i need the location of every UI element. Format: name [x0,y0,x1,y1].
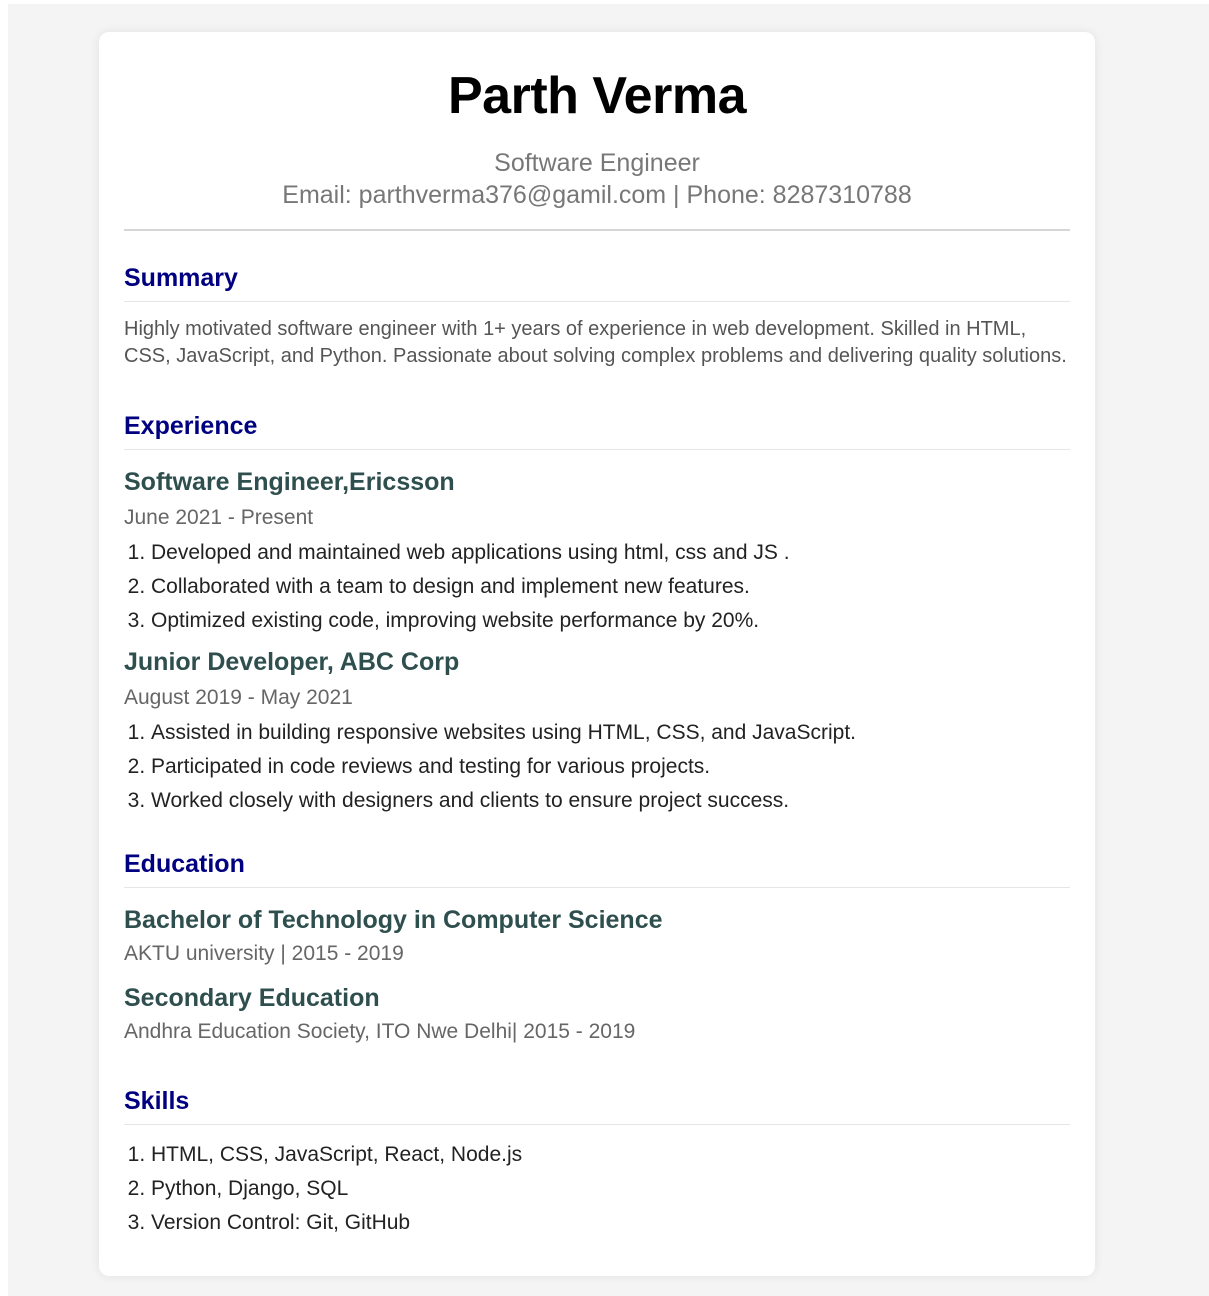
skills-heading: Skills [124,1085,1070,1125]
list-item: Participated in code reviews and testing… [151,750,1070,784]
resume-header: Parth Verma Software Engineer Email: par… [124,32,1070,231]
skills-section: Skills HTML, CSS, JavaScript, React, Nod… [124,1085,1070,1240]
list-item: HTML, CSS, JavaScript, React, Node.js [151,1138,1070,1172]
list-item: Assisted in building responsive websites… [151,716,1070,750]
list-item: Collaborated with a team to design and i… [151,570,1070,604]
job-dates: August 2019 - May 2021 [124,686,353,709]
list-item: Worked closely with designers and client… [151,784,1070,818]
experience-section: Experience Software Engineer,Ericsson Ju… [124,410,1070,818]
contact-info: Email: parthverma376@gamil.com | Phone: … [282,181,912,209]
education-heading: Education [124,848,1070,888]
degree-detail: Andhra Education Society, ITO Nwe Delhi|… [124,1020,636,1043]
job-duties-list: Developed and maintained web application… [124,536,1070,638]
experience-heading: Experience [124,410,1070,450]
candidate-name: Parth Verma [448,67,747,125]
summary-section: Summary Highly motivated software engine… [124,262,1070,370]
summary-text: Highly motivated software engineer with … [124,318,1067,367]
job-duties-list: Assisted in building responsive websites… [124,716,1070,818]
job-entry: Software Engineer,Ericsson June 2021 - P… [124,467,1070,638]
list-item: Version Control: Git, GitHub [151,1206,1070,1240]
degree-title: Secondary Education [124,984,380,1012]
degree-title: Bachelor of Technology in Computer Scien… [124,906,663,934]
summary-heading: Summary [124,262,1070,302]
job-entry: Junior Developer, ABC Corp August 2019 -… [124,647,1070,818]
resume-card: Parth Verma Software Engineer Email: par… [99,32,1095,1276]
skills-list: HTML, CSS, JavaScript, React, Node.js Py… [124,1138,1070,1240]
candidate-role: Software Engineer [494,149,700,177]
job-title: Junior Developer, ABC Corp [124,648,460,676]
job-title: Software Engineer,Ericsson [124,468,455,496]
job-dates: June 2021 - Present [124,506,314,529]
degree-detail: AKTU university | 2015 - 2019 [124,942,404,965]
list-item: Developed and maintained web application… [151,536,1070,570]
list-item: Optimized existing code, improving websi… [151,604,1070,638]
education-section: Education Bachelor of Technology in Comp… [124,848,1070,1046]
list-item: Python, Django, SQL [151,1172,1070,1206]
